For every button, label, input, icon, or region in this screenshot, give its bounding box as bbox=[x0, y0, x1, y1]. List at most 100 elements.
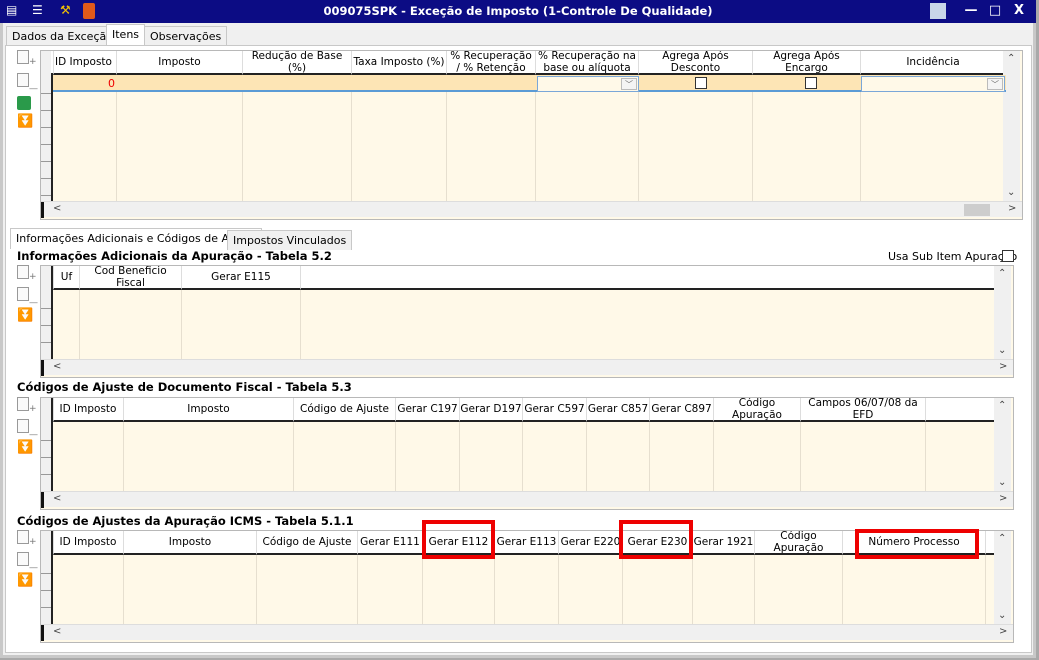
horizontal-scrollbar[interactable]: < > bbox=[41, 201, 1022, 218]
horizontal-scrollbar[interactable]: < > bbox=[41, 491, 1013, 508]
tab-impostos-vinculados[interactable]: Impostos Vinculados bbox=[227, 230, 353, 250]
column-header[interactable]: % Recuperação na base ou alíquota bbox=[536, 51, 639, 75]
column-header[interactable]: Gerar C897 bbox=[650, 398, 714, 422]
column-header[interactable]: Uf bbox=[54, 266, 80, 290]
row-indicator-divider bbox=[41, 325, 51, 326]
vertical-scrollbar[interactable]: ⌃ ⌄ bbox=[1003, 51, 1020, 203]
column-header[interactable]: Gerar C857 bbox=[587, 398, 650, 422]
add-row-icon[interactable]: + bbox=[17, 265, 37, 282]
scroll-up-icon[interactable]: ⌃ bbox=[998, 533, 1006, 544]
remove-row-icon[interactable]: — bbox=[17, 419, 38, 440]
column-header[interactable]: Gerar E113 bbox=[495, 531, 559, 555]
doc-shape bbox=[17, 530, 29, 544]
tab-itens[interactable]: Itens bbox=[106, 24, 146, 46]
move-down-icon[interactable]: ⏬ bbox=[17, 309, 35, 326]
image-icon[interactable] bbox=[930, 3, 946, 19]
tabela-5-3-grid[interactable]: ID Imposto Imposto Código de Ajuste Gerar C… bbox=[40, 397, 1014, 510]
column-header[interactable]: Gerar E111 bbox=[358, 531, 423, 555]
scroll-down-icon[interactable]: ⌄ bbox=[998, 477, 1006, 488]
row-indicator-divider bbox=[41, 607, 51, 608]
scroll-left-icon[interactable]: < bbox=[53, 626, 61, 637]
agrega-apos-desconto-checkbox[interactable] bbox=[695, 77, 707, 89]
doc-shape bbox=[17, 419, 29, 433]
column-header[interactable]: Agrega Após Desconto bbox=[639, 51, 753, 75]
tab-informacoes-adicionais[interactable]: Informações Adicionais e Códigos de Ajus… bbox=[10, 228, 262, 249]
sign: + bbox=[29, 537, 37, 547]
incidencia-dropdown[interactable]: ﹀ bbox=[861, 76, 1005, 92]
vertical-scrollbar[interactable]: ⌃ ⌄ bbox=[994, 531, 1011, 626]
column-header[interactable]: Gerar D197 bbox=[460, 398, 523, 422]
column-header[interactable]: ID Imposto bbox=[53, 531, 124, 555]
column-header[interactable]: Incidência bbox=[861, 51, 1006, 75]
row-indicator-divider bbox=[41, 195, 51, 196]
add-row-icon[interactable]: + bbox=[17, 530, 37, 547]
usa-sub-item-checkbox[interactable] bbox=[1002, 250, 1014, 262]
column-header[interactable]: Imposto bbox=[124, 398, 294, 422]
highlight-gerar-e230 bbox=[619, 520, 693, 559]
column-header[interactable]: Código de Ajuste bbox=[257, 531, 358, 555]
column-header[interactable]: Imposto bbox=[124, 531, 257, 555]
items-grid[interactable]: ID Imposto Imposto Redução de Base (%) Taxa… bbox=[40, 50, 1023, 220]
tab-dados-da-excecao[interactable]: Dados da Exceção bbox=[6, 26, 119, 46]
table-row[interactable]: 0 ﹀ ﹀ bbox=[53, 75, 1006, 92]
recuperacao-base-dropdown[interactable]: ﹀ bbox=[537, 76, 639, 92]
scroll-down-icon[interactable]: ⌄ bbox=[998, 345, 1006, 356]
move-down-icon[interactable]: ⏬ bbox=[17, 441, 35, 458]
column-header[interactable]: Gerar 1921 bbox=[693, 531, 755, 555]
scroll-right-icon[interactable]: > bbox=[999, 493, 1007, 504]
column-header[interactable]: Código de Ajuste bbox=[294, 398, 396, 422]
scroll-right-icon[interactable]: > bbox=[999, 626, 1007, 637]
move-down-icon[interactable]: ⏬ bbox=[17, 574, 35, 591]
horizontal-scrollbar[interactable]: < > bbox=[41, 624, 1013, 641]
remove-row-icon[interactable]: — bbox=[17, 287, 38, 308]
maximize-button[interactable]: □ bbox=[986, 3, 1004, 19]
column-header[interactable]: ID Imposto bbox=[51, 51, 117, 75]
column-header[interactable]: % Recuperação / % Retenção bbox=[447, 51, 536, 75]
scroll-down-icon[interactable]: ⌄ bbox=[1007, 187, 1015, 198]
scroll-up-icon[interactable]: ⌃ bbox=[998, 268, 1006, 279]
scroll-left-icon[interactable]: < bbox=[53, 361, 61, 372]
scroll-up-icon[interactable]: ⌃ bbox=[1007, 53, 1015, 64]
column-header[interactable]: Imposto bbox=[117, 51, 243, 75]
scroll-left-icon[interactable]: < bbox=[53, 493, 61, 504]
id-imposto-cell[interactable]: 0 bbox=[53, 77, 115, 90]
scroll-right-icon[interactable]: > bbox=[1008, 203, 1016, 214]
column-header[interactable]: Agrega Após Encargo bbox=[753, 51, 861, 75]
column-header[interactable]: Redução de Base (%) bbox=[243, 51, 352, 75]
minimize-button[interactable]: — bbox=[962, 3, 980, 19]
scroll-marker bbox=[41, 202, 44, 218]
horizontal-scrollbar[interactable]: < > bbox=[41, 359, 1013, 376]
column-header[interactable]: ID Imposto bbox=[53, 398, 124, 422]
column-header[interactable]: Gerar C597 bbox=[523, 398, 587, 422]
column-header[interactable]: Código Apuração bbox=[755, 531, 843, 555]
column-header[interactable]: Gerar E115 bbox=[182, 266, 301, 290]
window-title: 009075SPK - Exceção de Imposto (1-Contro… bbox=[323, 4, 713, 18]
tabela-5-2-grid[interactable]: Uf Cod Beneficio Fiscal Gerar E115 ⌃ ⌄ < > bbox=[40, 265, 1014, 378]
chevron-down-icon[interactable]: ﹀ bbox=[987, 78, 1003, 90]
export-icon[interactable] bbox=[17, 96, 31, 110]
column-header[interactable]: Campos 06/07/08 da EFD bbox=[801, 398, 926, 422]
remove-row-icon[interactable]: — bbox=[17, 73, 38, 94]
column-header[interactable]: Gerar E220 bbox=[559, 531, 623, 555]
scroll-marker bbox=[41, 492, 44, 508]
agrega-apos-encargo-checkbox[interactable] bbox=[805, 77, 817, 89]
scroll-thumb[interactable] bbox=[964, 204, 990, 216]
column-header[interactable]: Código Apuração bbox=[714, 398, 801, 422]
column-header[interactable]: Cod Beneficio Fiscal bbox=[80, 266, 182, 290]
chevron-down-icon[interactable]: ﹀ bbox=[621, 78, 637, 90]
doc-shape bbox=[17, 552, 29, 566]
scroll-down-icon[interactable]: ⌄ bbox=[998, 610, 1006, 621]
vertical-scrollbar[interactable]: ⌃ ⌄ bbox=[994, 398, 1011, 493]
column-header[interactable]: Gerar C197 bbox=[396, 398, 460, 422]
close-button[interactable]: X bbox=[1010, 3, 1028, 19]
add-row-icon[interactable]: + bbox=[17, 397, 37, 414]
scroll-right-icon[interactable]: > bbox=[999, 361, 1007, 372]
move-down-icon[interactable]: ⏬ bbox=[17, 115, 35, 132]
vertical-scrollbar[interactable]: ⌃ ⌄ bbox=[994, 266, 1011, 361]
add-row-icon[interactable]: + bbox=[17, 50, 37, 67]
remove-row-icon[interactable]: — bbox=[17, 552, 38, 573]
column-header[interactable]: Taxa Imposto (%) bbox=[352, 51, 447, 75]
tab-observacoes[interactable]: Observações bbox=[144, 26, 228, 46]
scroll-up-icon[interactable]: ⌃ bbox=[998, 400, 1006, 411]
scroll-left-icon[interactable]: < bbox=[53, 203, 61, 214]
